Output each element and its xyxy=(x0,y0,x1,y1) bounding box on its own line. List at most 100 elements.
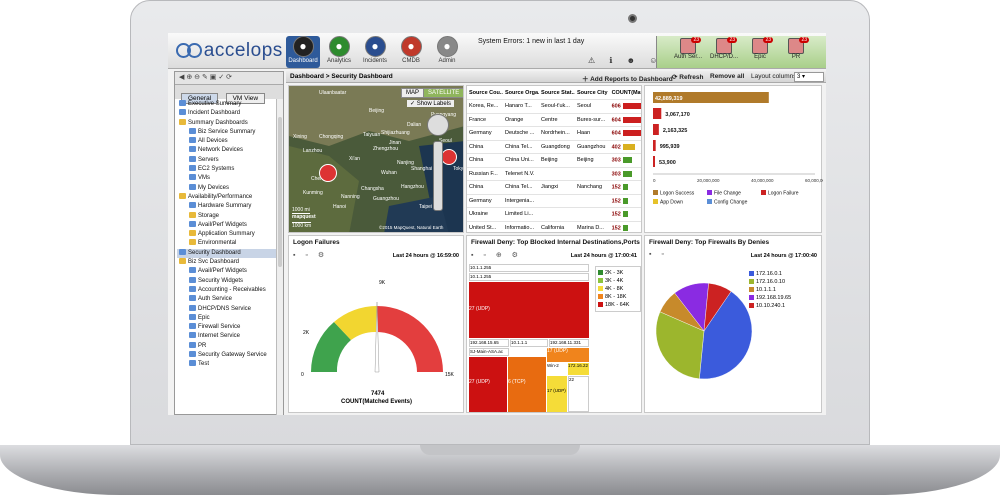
map-zoom-slider[interactable] xyxy=(433,141,443,211)
map-city-label: Lanzhou xyxy=(303,148,323,154)
nav-analytics-button[interactable]: ● Analytics xyxy=(322,36,356,68)
threat-map-panel[interactable]: Ulaanbaatar Beijing Chongqing Zhengzhou Xi'a… xyxy=(288,85,464,233)
treemap-cell[interactable]: Win-2 xyxy=(547,363,567,375)
sidebar-item[interactable]: Availability/Performance xyxy=(177,192,281,202)
sidebar-item[interactable]: Servers xyxy=(177,155,281,165)
sidebar-item[interactable]: Summary Dashboards xyxy=(177,118,281,128)
table-row[interactable]: China China Tel... Jiangxi Nanchang 152 xyxy=(467,180,641,195)
treemap-cell[interactable]: 6 (TCP) xyxy=(508,357,546,412)
treemap-cell[interactable]: 192.168.15.65 xyxy=(469,339,509,347)
table-cell xyxy=(575,167,610,181)
satellite-mode-button[interactable]: SATELLITE xyxy=(423,88,463,98)
table-row[interactable]: Ukraine Limited Li... 152 xyxy=(467,207,641,222)
count-value: 152 xyxy=(611,197,621,204)
nav-incidents-button[interactable]: ● Incidents xyxy=(358,36,392,68)
treemap-cell[interactable]: 17 (UDP) xyxy=(547,376,567,412)
threat-marker-china[interactable] xyxy=(319,164,337,182)
quick-access-bar: 23 Auth Ser... 23 DHCP/D... 23 Epic 23 PR xyxy=(656,36,826,68)
treemap-cell[interactable]: 17 (UDP) xyxy=(547,348,589,362)
quick-access-item[interactable]: 23 Auth Ser... xyxy=(673,37,703,60)
table-row[interactable]: China China Uni... Beijing Beijing 303 xyxy=(467,153,641,168)
sidebar-item[interactable]: Network Devices xyxy=(177,146,281,155)
table-row[interactable]: China China Tel... Guangdong Guangzhou 402 xyxy=(467,140,641,154)
sidebar-item[interactable]: Avail/Perf Widgets xyxy=(177,220,281,230)
sidebar-item[interactable]: PR xyxy=(177,341,281,351)
sidebar-item[interactable]: Auth Service xyxy=(177,295,281,304)
folder-icon xyxy=(179,118,186,125)
map-pan-control[interactable] xyxy=(427,114,449,136)
treemap-cell[interactable]: 10.1.1.1 xyxy=(510,339,548,347)
treemap-cell[interactable]: 27 (UDP) xyxy=(469,357,507,412)
sidebar-toolbar[interactable]: ◀ ⊕ ⊖ ✎ ▣ ✓ ⟳ xyxy=(175,72,283,85)
count-value: 604 xyxy=(611,116,621,123)
treemap-cell[interactable]: 22 xyxy=(568,376,589,412)
treemap-cell[interactable]: 10.1.1.255 xyxy=(469,273,589,281)
layout-columns-select[interactable]: 3 ▾ xyxy=(794,72,824,82)
sidebar-item[interactable]: VMs xyxy=(177,174,281,183)
sidebar-item[interactable]: Application Summary xyxy=(177,230,281,239)
legend-swatch xyxy=(749,271,754,276)
sidebar-item[interactable]: Environmental xyxy=(177,239,281,248)
refresh-button[interactable]: ⟳ Refresh xyxy=(672,73,703,81)
remove-all-button[interactable]: Remove all xyxy=(710,73,744,80)
sidebar-item[interactable]: Epic xyxy=(177,313,281,323)
legend-label: 172.16.0.1 xyxy=(756,271,782,277)
panel-tools[interactable]: ▪ ▫ ⊕ ⚙ xyxy=(471,251,522,259)
sidebar-item[interactable]: Executive Summary xyxy=(177,100,281,109)
sidebar-item[interactable]: Security Dashboard xyxy=(177,248,281,259)
sidebar-item[interactable]: Internet Service xyxy=(177,332,281,341)
system-errors-status[interactable]: System Errors: 1 new in last 1 day xyxy=(478,38,584,45)
treemap-cell[interactable]: 10.1.1.255 xyxy=(469,264,589,272)
sidebar-item[interactable]: All Devices xyxy=(177,137,281,146)
table-header[interactable]: COUNT(Mat... xyxy=(609,86,641,100)
panel-tools[interactable]: ▪ ▫ xyxy=(649,251,668,258)
table-header[interactable]: Source Cou... xyxy=(467,86,503,100)
nav-dashboard-button[interactable]: ● Dashboard xyxy=(286,36,320,68)
table-row[interactable]: France Orange Centre Bures-sur... 604 xyxy=(467,113,641,127)
sidebar-item[interactable]: Security Widgets xyxy=(177,276,281,286)
legend-swatch xyxy=(749,287,754,292)
threat-marker-korea[interactable] xyxy=(441,149,457,165)
sidebar-item[interactable]: DHCP/DNS Service xyxy=(177,304,281,314)
sidebar-item[interactable]: EC2 Systems xyxy=(177,165,281,174)
sidebar-item[interactable]: My Devices xyxy=(177,183,281,193)
sidebar-item[interactable]: Security Gateway Service xyxy=(177,351,281,360)
table-row[interactable]: United St... Informatio... California Marin… xyxy=(467,221,641,232)
treemap-cell[interactable]: SJ-Main-ASA.ac xyxy=(469,348,509,356)
table-row[interactable]: Germany Intergenia... 152 xyxy=(467,194,641,208)
nav-admin-button[interactable]: ● Admin xyxy=(430,36,464,68)
table-header-row: Source Cou... Source Orga... Source Stat..… xyxy=(467,86,641,100)
firewall-treemap[interactable]: 10.1.1.255 10.1.1.255 27 (UDP) 192.168.1… xyxy=(469,264,589,412)
quick-access-item[interactable]: 23 Epic xyxy=(745,37,775,60)
table-row[interactable]: Korea, Re... Hanaro T... Seoul-t'uk... Seou… xyxy=(467,99,641,114)
map-mode-button[interactable]: MAP xyxy=(401,88,425,98)
sidebar-item[interactable]: Test xyxy=(177,360,281,369)
sidebar-item[interactable]: Biz Service Summary xyxy=(177,127,281,137)
quick-access-item[interactable]: 23 PR xyxy=(781,37,811,60)
sidebar-item[interactable]: Firewall Service xyxy=(177,323,281,332)
treemap-cell[interactable]: 172.16.22 xyxy=(568,363,589,375)
add-reports-button[interactable]: ＋ Add Reports to Dashboard xyxy=(582,73,673,83)
sidebar-item[interactable]: Hardware Summary xyxy=(177,202,281,211)
sidebar-item[interactable]: Incident Dashboard xyxy=(177,109,281,118)
table-header[interactable]: Source City xyxy=(575,86,610,100)
sidebar-scrollbar[interactable] xyxy=(276,99,283,415)
sidebar-item[interactable]: Avail/Perf Widgets xyxy=(177,267,281,276)
table-row[interactable]: Germany Deutsche ... Nordrhein... Haan 604 xyxy=(467,126,641,141)
count-value: 606 xyxy=(611,103,621,110)
count-cell: 604 xyxy=(609,126,641,141)
panel-tools[interactable]: ▪ ▫ ⚙ xyxy=(293,251,328,259)
quick-access-item[interactable]: 23 DHCP/D... xyxy=(709,37,739,60)
table-header[interactable]: Source Stat... xyxy=(539,86,575,100)
treemap-cell[interactable]: 192.168.11.331 xyxy=(549,339,589,347)
map-city-label: Zhengzhou xyxy=(373,146,399,152)
nav-cmdb-button[interactable]: ● CMDB xyxy=(394,36,428,68)
gauge-tick-15k: 15K xyxy=(445,372,455,378)
table-row[interactable]: Russian F... Telenet N.V. 303 xyxy=(467,167,641,181)
treemap-cell[interactable]: 27 (UDP) xyxy=(469,282,589,338)
show-labels-toggle[interactable]: ✓ Show Labels xyxy=(407,100,455,107)
sidebar-item[interactable]: Biz Svc Dashboard xyxy=(177,258,281,267)
sidebar-item[interactable]: Storage xyxy=(177,211,281,221)
table-header[interactable]: Source Orga... xyxy=(503,86,539,100)
sidebar-item[interactable]: Accounting - Receivables xyxy=(177,285,281,295)
